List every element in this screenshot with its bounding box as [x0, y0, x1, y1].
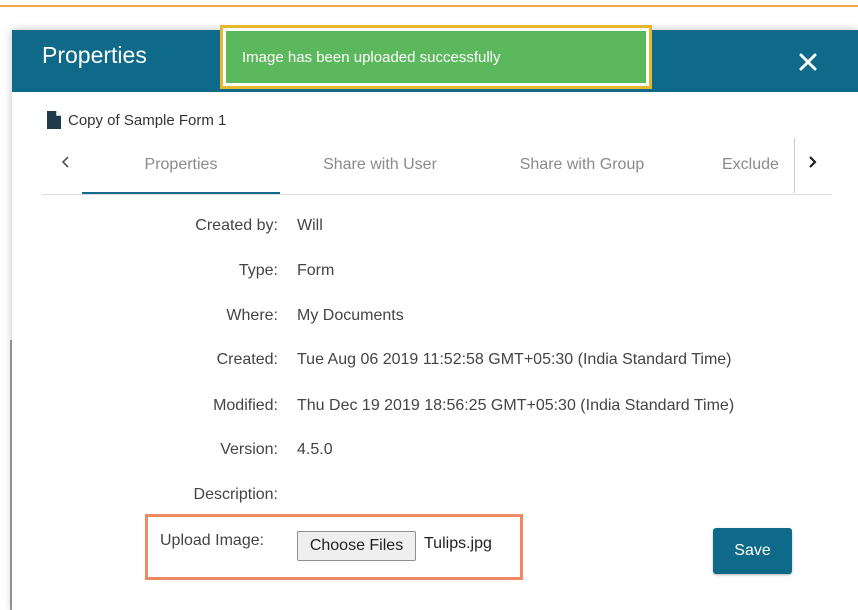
property-row-type: Type: Form [40, 262, 830, 286]
chevron-right-icon [809, 156, 817, 168]
tab-bar: Properties Share with User Share with Gr… [42, 138, 832, 195]
property-label: Type: [238, 262, 278, 279]
property-row-modified: Modified: Thu Dec 19 2019 18:56:25 GMT+0… [40, 397, 830, 421]
property-label: Created by: [195, 217, 278, 234]
property-label: Where: [226, 307, 278, 324]
property-value: 4.5.0 [297, 441, 333, 458]
property-label: Description: [193, 486, 278, 503]
property-row-description: Description: [40, 486, 830, 510]
save-button[interactable]: Save [713, 528, 792, 574]
property-row-created: Created: Tue Aug 06 2019 11:52:58 GMT+05… [40, 351, 830, 375]
success-toast: Image has been uploaded successfully [220, 25, 652, 89]
modal-title: Properties [42, 42, 147, 68]
property-value: Tue Aug 06 2019 11:52:58 GMT+05:30 (Indi… [297, 351, 732, 368]
choose-files-button[interactable]: Choose Files [297, 531, 416, 561]
save-label: Save [734, 542, 771, 559]
tab-next-button[interactable] [802, 150, 822, 174]
property-value: Will [297, 217, 323, 234]
tab-label: Share with User [323, 156, 437, 173]
property-value: Form [297, 262, 335, 279]
tab-share-with-user[interactable]: Share with User [280, 138, 480, 193]
tab-properties[interactable]: Properties [82, 138, 280, 194]
tab-label: Share with Group [519, 156, 645, 173]
document-title-row: Copy of Sample Form 1 [46, 108, 226, 132]
upload-label: Upload Image: [160, 532, 265, 549]
document-icon [47, 111, 61, 129]
top-accent-bar [0, 0, 858, 7]
tab-prev-button[interactable] [56, 150, 76, 174]
choose-files-label: Choose Files [309, 537, 404, 554]
property-value: My Documents [297, 307, 404, 324]
property-label: Modified: [213, 397, 278, 414]
property-row-version: Version: 4.5.0 [40, 441, 830, 465]
tab-label: Exclude [722, 156, 779, 173]
close-icon [799, 53, 817, 71]
property-row-where: Where: My Documents [40, 307, 830, 331]
selected-file-name: Tulips.jpg [424, 535, 492, 552]
tab-label: Properties [144, 156, 218, 173]
tab-share-with-group[interactable]: Share with Group [482, 138, 682, 193]
chevron-left-icon [61, 156, 69, 168]
property-value: Thu Dec 19 2019 18:56:25 GMT+05:30 (Indi… [297, 397, 735, 414]
toast-message: Image has been uploaded successfully [226, 31, 646, 83]
tab-exclude[interactable]: Exclude [722, 138, 795, 193]
close-button[interactable] [796, 50, 820, 74]
property-row-created-by: Created by: Will [40, 217, 830, 241]
property-label: Version: [220, 441, 278, 458]
document-name: Copy of Sample Form 1 [68, 111, 227, 129]
property-label: Created: [216, 351, 278, 368]
